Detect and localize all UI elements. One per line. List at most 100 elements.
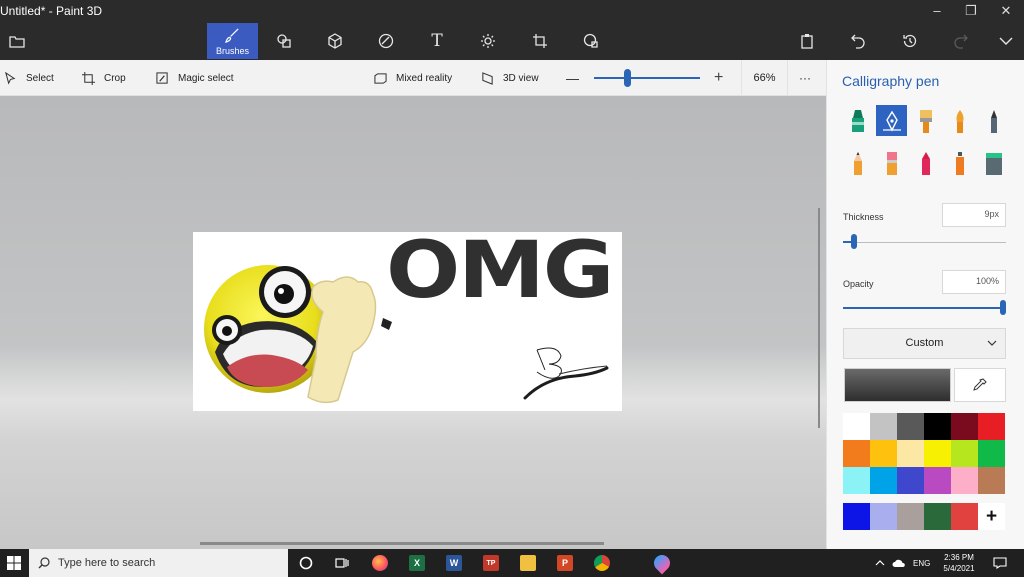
color-swatch[interactable] [843, 440, 870, 467]
paint3d-icon[interactable] [647, 549, 677, 577]
opacity-slider-thumb[interactable] [1000, 300, 1006, 315]
excel-icon[interactable]: X [402, 549, 432, 577]
select-button[interactable]: Select [4, 60, 54, 96]
language-indicator[interactable]: ENG [913, 549, 930, 577]
canvas-icon[interactable] [523, 22, 557, 60]
text-icon[interactable]: T [420, 22, 454, 60]
color-swatch[interactable] [978, 467, 1005, 494]
thickness-slider-thumb[interactable] [851, 234, 857, 249]
custom-color-swatch[interactable] [951, 503, 978, 530]
zoom-slider-thumb[interactable] [624, 69, 631, 87]
3d-view-button[interactable]: 3D view [481, 60, 539, 96]
app-icon[interactable]: TP [476, 549, 506, 577]
clock[interactable]: 2:36 PM 5/4/2021 [935, 552, 983, 574]
file-explorer-icon[interactable] [513, 549, 543, 577]
omg-sticker-text[interactable]: OMG [386, 232, 614, 316]
panel-title: Calligraphy pen [842, 73, 940, 89]
color-swatch[interactable] [897, 413, 924, 440]
zoom-slider-track[interactable] [594, 77, 700, 79]
chrome-icon[interactable] [587, 549, 617, 577]
task-view-icon[interactable] [327, 549, 357, 577]
opacity-input[interactable]: 100% [942, 270, 1006, 294]
color-swatch[interactable] [951, 413, 978, 440]
cortana-icon[interactable] [291, 549, 321, 577]
custom-color-swatch[interactable] [843, 503, 870, 530]
shocked-emoji-sticker[interactable] [193, 232, 393, 411]
notifications-icon[interactable] [993, 549, 1007, 577]
oil-brush[interactable] [910, 105, 941, 136]
onedrive-icon[interactable] [892, 549, 906, 577]
spray-can-brush[interactable] [944, 147, 975, 178]
show-hidden-icons-icon[interactable] [875, 549, 885, 577]
thickness-input[interactable]: 9px [942, 203, 1006, 227]
custom-color-swatch[interactable] [897, 503, 924, 530]
2d-shapes-icon[interactable] [267, 22, 301, 60]
pixel-pen-brush[interactable] [978, 105, 1009, 136]
firefox-icon[interactable] [365, 549, 395, 577]
color-swatch[interactable] [924, 440, 951, 467]
eyedropper-icon [973, 378, 987, 391]
crop-button[interactable]: Crop [82, 60, 126, 96]
color-swatch[interactable] [924, 467, 951, 494]
stickers-icon[interactable] [369, 22, 403, 60]
zoom-in-button[interactable]: + [714, 60, 723, 96]
powerpoint-icon[interactable]: P [550, 549, 580, 577]
3d-library-icon[interactable] [574, 22, 608, 60]
minimize-button[interactable]: – [920, 0, 954, 22]
eyedropper-button[interactable] [954, 368, 1006, 402]
history-icon[interactable] [893, 22, 927, 60]
signature-stroke[interactable] [519, 340, 619, 410]
current-color-swatch[interactable] [844, 368, 951, 402]
eraser-brush[interactable] [876, 147, 907, 178]
horizontal-scrollbar[interactable] [200, 542, 604, 545]
color-swatch[interactable] [924, 413, 951, 440]
color-swatch[interactable] [843, 467, 870, 494]
magic-select-button[interactable]: Magic select [156, 60, 234, 96]
mixed-reality-button[interactable]: Mixed reality [374, 60, 452, 96]
effects-icon[interactable] [471, 22, 505, 60]
chevron-down-icon [987, 340, 997, 346]
undo-icon[interactable] [841, 22, 875, 60]
color-swatch[interactable] [978, 413, 1005, 440]
marker-brush[interactable] [842, 105, 873, 136]
3d-shapes-icon[interactable] [318, 22, 352, 60]
color-swatch[interactable] [843, 413, 870, 440]
color-swatch[interactable] [897, 440, 924, 467]
watercolor-brush[interactable] [944, 105, 975, 136]
start-button[interactable] [0, 549, 28, 577]
clock-date: 5/4/2021 [943, 564, 975, 573]
calligraphy-pen-brush[interactable] [876, 105, 907, 136]
color-swatch[interactable] [897, 467, 924, 494]
paste-icon[interactable] [790, 22, 824, 60]
color-swatch[interactable] [978, 440, 1005, 467]
crayon-brush[interactable] [910, 147, 941, 178]
watercolor-icon [955, 109, 964, 133]
thickness-slider-track[interactable] [843, 242, 1006, 243]
custom-color-swatch[interactable] [924, 503, 951, 530]
ribbon: Brushes T [0, 22, 1024, 60]
word-icon[interactable]: W [439, 549, 469, 577]
color-swatch[interactable] [870, 413, 897, 440]
vertical-scrollbar[interactable] [818, 208, 820, 428]
expand-icon[interactable] [989, 22, 1023, 60]
pencil-brush[interactable] [842, 147, 873, 178]
color-swatch[interactable] [951, 467, 978, 494]
tab-brushes[interactable]: Brushes [207, 23, 258, 59]
maximize-button[interactable]: ❐ [954, 0, 988, 22]
canvas[interactable]: OMG [193, 232, 622, 411]
color-swatch[interactable] [870, 440, 897, 467]
zoom-out-button[interactable]: — [566, 60, 579, 96]
color-swatch[interactable] [870, 467, 897, 494]
close-button[interactable]: ✕ [989, 0, 1023, 22]
fill-brush[interactable] [978, 147, 1009, 178]
redo-icon [944, 22, 978, 60]
taskbar-search[interactable]: Type here to search [29, 549, 288, 577]
finish-dropdown[interactable]: Custom [843, 328, 1006, 359]
custom-color-swatch[interactable] [870, 503, 897, 530]
zoom-level[interactable]: 66% [741, 60, 788, 96]
more-options-button[interactable]: ··· [799, 60, 811, 96]
color-swatch[interactable] [951, 440, 978, 467]
add-color-button[interactable]: + [978, 503, 1005, 530]
mixed-reality-label: Mixed reality [396, 72, 453, 84]
menu-icon[interactable] [0, 22, 34, 60]
